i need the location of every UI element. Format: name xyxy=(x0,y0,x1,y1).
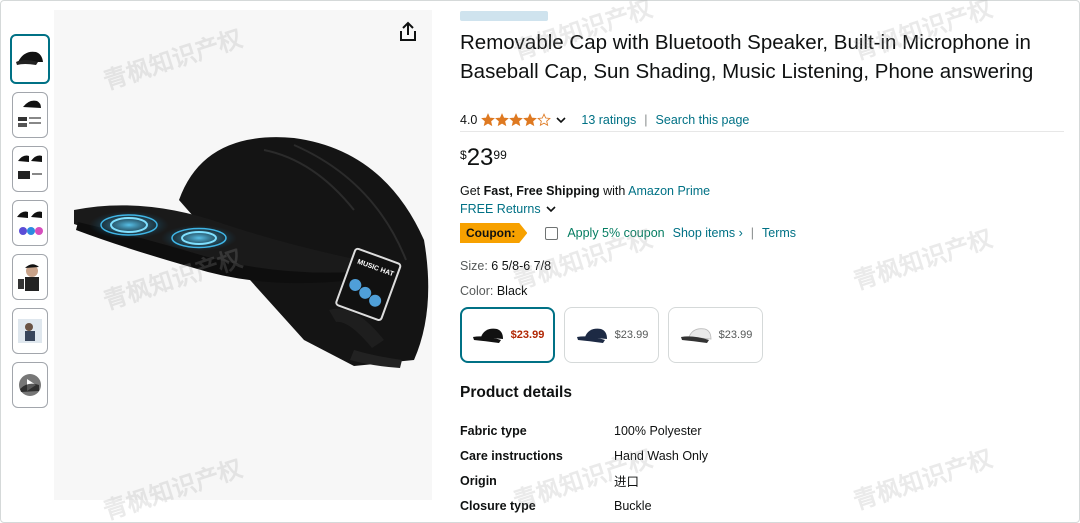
thumbnail-1[interactable] xyxy=(10,34,50,84)
thumbnail-3[interactable] xyxy=(12,146,48,192)
price: $ 23 99 xyxy=(460,144,507,172)
ratings-link[interactable]: 13 ratings xyxy=(581,113,636,127)
swatch-black[interactable]: $23.99 xyxy=(460,307,555,363)
star-empty-icon xyxy=(537,113,552,127)
cap-views-thumb-icon xyxy=(18,155,42,179)
cap-thumb-icon xyxy=(16,51,43,65)
price-symbol: $ xyxy=(460,148,467,162)
star-rating[interactable] xyxy=(481,113,552,127)
coupon-checkbox[interactable] xyxy=(545,226,559,240)
chevron-down-icon[interactable] xyxy=(555,114,567,126)
star-filled-icon xyxy=(523,113,538,127)
size-label: Size: xyxy=(460,259,488,273)
shipping-with: with xyxy=(599,184,629,198)
details-value: Hand Wash Only xyxy=(614,448,709,463)
apply-coupon-label[interactable]: Apply 5% coupon xyxy=(567,226,664,240)
color-label: Color: xyxy=(460,284,494,298)
size-selection: Size: 6 5/8-6 7/8 xyxy=(460,259,551,273)
thumbnail-6[interactable] xyxy=(12,308,48,354)
white-cap-icon xyxy=(680,328,712,343)
shipping-prefix: Get xyxy=(460,184,484,198)
free-returns[interactable]: FREE Returns xyxy=(460,202,557,216)
details-key: Origin xyxy=(460,473,497,488)
product-details-heading: Product details xyxy=(460,384,572,401)
coupon-row: Coupon: Apply 5% coupon Shop items › | T… xyxy=(460,223,796,243)
terms-link[interactable]: Terms xyxy=(762,226,796,240)
navy-cap-icon xyxy=(576,328,607,343)
star-filled-icon xyxy=(481,113,496,127)
coupon-badge: Coupon: xyxy=(460,223,528,243)
swatch-white[interactable]: $23.99 xyxy=(668,307,763,363)
rating-row: 4.0 13 ratings | Search this page xyxy=(460,113,749,127)
details-value: Buckle xyxy=(614,498,652,513)
product-details-table: Fabric type 100% Polyester Care instruct… xyxy=(460,418,708,518)
chevron-down-icon[interactable] xyxy=(545,203,557,215)
cap-colors-thumb-icon xyxy=(17,211,43,235)
product-title: Removable Cap with Bluetooth Speaker, Bu… xyxy=(460,31,1034,83)
details-key: Fabric type xyxy=(460,423,527,438)
details-row: Origin 进口 xyxy=(460,468,708,493)
color-value: Black xyxy=(496,284,528,298)
star-filled-icon xyxy=(509,113,524,127)
shop-items-link[interactable]: Shop items › xyxy=(673,226,743,240)
shipping-info: Get Fast, Free Shipping with Amazon Prim… xyxy=(460,184,710,198)
swatch-navy[interactable]: $23.99 xyxy=(564,307,659,363)
thumbnail-2[interactable] xyxy=(12,92,48,138)
details-row: Care instructions Hand Wash Only xyxy=(460,443,708,468)
shipping-bold: Fast, Free Shipping xyxy=(483,184,600,198)
color-selection: Color: Black xyxy=(460,284,527,298)
divider xyxy=(460,131,1064,132)
swatch-price: $23.99 xyxy=(718,329,753,341)
search-this-page-link[interactable]: Search this page xyxy=(656,113,750,127)
rating-value: 4.0 xyxy=(460,113,478,127)
separator: | xyxy=(644,113,648,127)
thumbnail-strip xyxy=(10,34,52,416)
person-wearing-cap-thumb-icon xyxy=(18,264,39,291)
separator: | xyxy=(750,226,755,240)
details-key: Closure type xyxy=(460,498,536,513)
blurred-brand-link[interactable] xyxy=(460,11,548,21)
price-fraction: 99 xyxy=(493,148,507,162)
details-key: Care instructions xyxy=(460,448,563,463)
bluetooth-cap-image: MUSIC HAT xyxy=(74,137,429,368)
star-filled-icon xyxy=(495,113,510,127)
cap-info-thumb-icon xyxy=(18,100,41,127)
thumbnail-5[interactable] xyxy=(12,254,48,300)
swatch-price: $23.99 xyxy=(510,329,545,341)
details-row: Fabric type 100% Polyester xyxy=(460,418,708,443)
details-value: 100% Polyester xyxy=(614,423,702,438)
swatch-price: $23.99 xyxy=(614,329,649,341)
lifestyle-thumb-icon xyxy=(18,319,42,343)
details-row: Closure type Buckle xyxy=(460,493,708,518)
price-whole: 23 xyxy=(466,144,494,171)
main-product-image[interactable]: MUSIC HAT xyxy=(54,10,432,500)
details-value: 进口 xyxy=(614,475,640,489)
share-icon[interactable] xyxy=(396,20,420,44)
amazon-prime-link[interactable]: Amazon Prime xyxy=(628,184,710,198)
thumbnail-video[interactable] xyxy=(12,362,48,408)
color-swatches: $23.99 $23.99 $23.99 xyxy=(460,307,763,363)
black-cap-icon xyxy=(472,328,503,343)
free-returns-link[interactable]: FREE Returns xyxy=(460,202,541,216)
video-play-icon xyxy=(19,374,41,396)
size-value: 6 5/8-6 7/8 xyxy=(491,259,552,273)
thumbnail-4[interactable] xyxy=(12,200,48,246)
